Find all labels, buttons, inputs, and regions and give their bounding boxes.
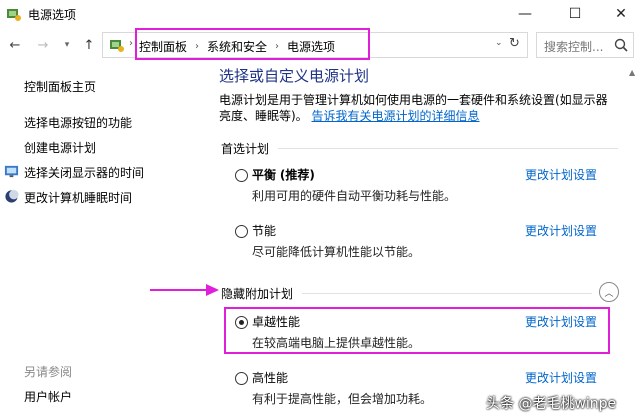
page-description: 电源计划是用于管理计算机如何使用电源的一套硬件和系统设置(如显示器亮度、睡眠等)… — [219, 92, 617, 124]
divider — [302, 293, 592, 294]
sidebar-control-panel-home[interactable]: 控制面板主页 — [24, 78, 96, 95]
control-panel-icon — [110, 40, 124, 52]
plan-desc-power-saver: 尽可能降低计算机性能以节能。 — [252, 245, 421, 259]
minimize-button[interactable]: — — [502, 0, 548, 28]
search-input[interactable]: 搜索控制... — [536, 32, 634, 58]
plan-name-power-saver: 节能 — [252, 224, 277, 238]
change-plan-settings-link[interactable]: 更改计划设置 — [525, 222, 597, 239]
plan-name-balanced: 平衡 (推荐) — [252, 168, 315, 182]
plan-radio-high-performance[interactable] — [235, 372, 248, 385]
scroll-up-arrow-icon[interactable]: ▲ — [629, 68, 635, 77]
preferred-plans-heading: 首选计划 — [221, 142, 270, 156]
plan-radio-power-saver[interactable] — [235, 225, 248, 238]
annotation-arrow-head — [206, 284, 219, 296]
annotation-arrow — [150, 289, 208, 291]
plan-desc-high-performance: 有利于提高性能，但会增加功耗。 — [252, 392, 433, 406]
hidden-plans-heading[interactable]: 隐藏附加计划 — [221, 285, 293, 302]
change-plan-settings-link[interactable]: 更改计划设置 — [525, 369, 597, 386]
sidebar-item-display-off[interactable]: 选择关闭显示器的时间 — [24, 164, 144, 181]
power-plan-info-link[interactable]: 告诉我有关电源计划的详细信息 — [312, 109, 480, 123]
recent-locations-chevron-icon[interactable]: ▾ — [58, 36, 76, 54]
plan-radio-ultimate-performance[interactable] — [235, 316, 248, 329]
power-options-icon — [7, 9, 21, 21]
plan-desc-balanced: 利用可用的硬件自动平衡功耗与性能。 — [252, 189, 457, 203]
chevron-right-icon[interactable]: › — [129, 38, 133, 49]
back-arrow-icon[interactable]: ← — [6, 36, 24, 54]
search-placeholder: 搜索控制... — [544, 40, 604, 54]
forward-arrow-icon[interactable]: → — [34, 36, 52, 54]
search-icon — [614, 38, 628, 52]
title-bar: 电源选项 — ☐ ✕ — [0, 0, 640, 28]
plan-name-ultimate-performance: 卓越性能 — [252, 315, 301, 329]
collapse-chevron-up-icon[interactable]: ︿ — [599, 282, 619, 302]
divider — [278, 148, 618, 149]
close-button[interactable]: ✕ — [598, 0, 640, 28]
sidebar-item-create-plan[interactable]: 创建电源计划 — [24, 139, 96, 156]
up-arrow-icon[interactable]: ↑ — [80, 36, 98, 54]
sidebar-item-user-accounts[interactable]: 用户帐户 — [24, 388, 72, 405]
plan-desc-ultimate-performance: 在较高端电脑上提供卓越性能。 — [252, 336, 421, 350]
plan-radio-balanced[interactable] — [235, 169, 248, 182]
address-dropdown-icon[interactable]: ⌄ — [495, 38, 503, 48]
moon-sleep-icon — [5, 189, 19, 203]
sidebar-item-sleep-time[interactable]: 更改计算机睡眠时间 — [24, 189, 132, 206]
watermark: 头条 @老毛桃winpe — [486, 396, 617, 412]
breadcrumb-highlight-box — [135, 28, 370, 60]
window-title: 电源选项 — [28, 8, 77, 22]
refresh-icon[interactable]: ↻ — [509, 36, 520, 51]
page-title: 选择或自定义电源计划 — [219, 67, 370, 85]
maximize-button[interactable]: ☐ — [552, 0, 598, 28]
monitor-icon — [4, 165, 19, 178]
plan-name-high-performance: 高性能 — [252, 371, 289, 385]
change-plan-settings-link[interactable]: 更改计划设置 — [525, 166, 597, 183]
sidebar-item-power-button[interactable]: 选择电源按钮的功能 — [24, 114, 132, 131]
vertical-scrollbar[interactable]: ▲ — [626, 64, 640, 420]
see-also-heading: 另请参阅 — [24, 365, 73, 379]
change-plan-settings-link[interactable]: 更改计划设置 — [525, 313, 597, 330]
